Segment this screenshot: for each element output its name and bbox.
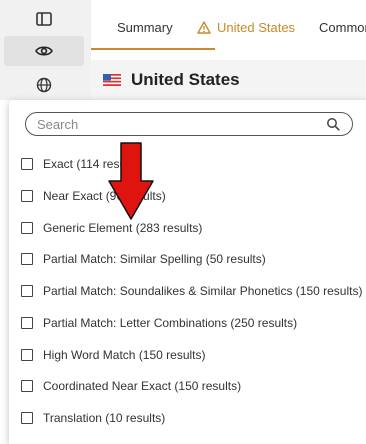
option-translation[interactable]: Translation (10 results) — [21, 407, 165, 429]
rail-globe-button[interactable] — [4, 70, 84, 100]
option-soundalikes[interactable]: Partial Match: Soundalikes & Similar Pho… — [21, 280, 362, 302]
red-arrow-icon — [108, 142, 154, 220]
eye-icon — [35, 46, 53, 56]
left-rail — [0, 0, 91, 100]
option-label: Translation (10 results) — [43, 411, 166, 425]
option-label: High Word Match (150 results) — [43, 348, 206, 362]
option-high-word-match[interactable]: High Word Match (150 results) — [21, 344, 206, 366]
tab-bar: Summary United States Common — [91, 0, 366, 61]
checkbox[interactable] — [21, 158, 33, 170]
option-similar-spelling[interactable]: Partial Match: Similar Spelling (50 resu… — [21, 248, 266, 270]
option-label: Partial Match: Similar Spelling (50 resu… — [43, 252, 266, 266]
option-label: Generic Element (283 results) — [43, 221, 203, 235]
checkbox[interactable] — [21, 285, 33, 297]
active-tab-indicator — [91, 48, 215, 50]
search-box — [25, 112, 353, 136]
search-icon[interactable] — [326, 117, 340, 131]
option-label: Partial Match: Soundalikes & Similar Pho… — [43, 284, 363, 298]
us-flag-icon — [103, 74, 121, 86]
tab-united-states-label: United States — [217, 20, 296, 35]
option-label: Coordinated Near Exact (150 results) — [43, 379, 242, 393]
tab-summary[interactable]: Summary — [117, 20, 173, 35]
tab-common[interactable]: Common — [319, 20, 366, 35]
tab-united-states[interactable]: United States — [197, 20, 295, 35]
search-input[interactable] — [26, 115, 319, 133]
checkbox[interactable] — [21, 317, 33, 329]
rail-panel-button[interactable] — [4, 4, 84, 34]
checkbox[interactable] — [21, 222, 33, 234]
panel-icon — [36, 12, 52, 26]
rail-eye-button[interactable] — [4, 36, 84, 66]
checkbox[interactable] — [21, 190, 33, 202]
option-coordinated-near-exact[interactable]: Coordinated Near Exact (150 results) — [21, 375, 241, 397]
page-title: United States — [131, 70, 240, 89]
globe-icon — [36, 77, 52, 93]
page-title-row: United States — [91, 60, 366, 100]
option-letter-combinations[interactable]: Partial Match: Letter Combinations (250 … — [21, 312, 297, 334]
checkbox[interactable] — [21, 380, 33, 392]
option-label: Partial Match: Letter Combinations (250 … — [43, 316, 298, 330]
checkbox[interactable] — [21, 253, 33, 265]
warning-icon — [197, 21, 211, 34]
filter-dropdown: Exact (114 results) Near Exact (96 resul… — [9, 100, 366, 444]
checkbox[interactable] — [21, 412, 33, 424]
checkbox[interactable] — [21, 349, 33, 361]
